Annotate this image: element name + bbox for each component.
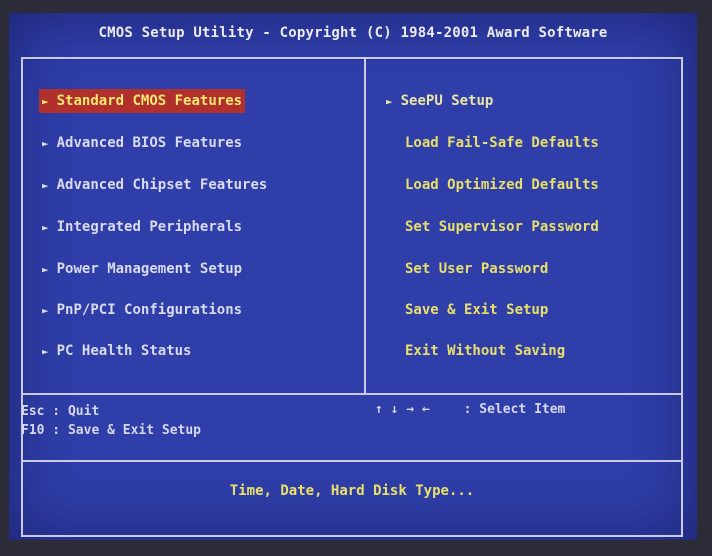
help-keys-left: Esc : Quit F10 : Save & Exit Setup (21, 402, 201, 440)
menu-item-label: Advanced BIOS Features (56, 135, 243, 151)
menu-item-label: Load Optimized Defaults (405, 177, 599, 193)
main-frame (21, 57, 683, 537)
help-f10-save-exit: F10 : Save & Exit Setup (21, 423, 202, 438)
bios-setup-window: CMOS Setup Utility - Copyright (C) 1984-… (9, 13, 697, 540)
arrow-icon: ► (42, 345, 49, 358)
arrow-icon: ► (42, 179, 49, 192)
help-keys-right: ↑ ↓ → ← : Select Item (375, 402, 569, 417)
monitor-screen: CMOS Setup Utility - Copyright (C) 1984-… (0, 0, 712, 556)
arrow-icon: ► (386, 95, 393, 108)
menu-item-advanced-bios-features[interactable]: ► Advanced BIOS Features (39, 131, 245, 155)
menu-item-label: Load Fail-Safe Defaults (405, 135, 599, 151)
divider-help-description (21, 460, 683, 462)
menu-item-load-fail-safe-defaults[interactable]: Load Fail-Safe Defaults (402, 131, 602, 155)
arrow-icon: ► (42, 263, 49, 276)
menu-item-load-optimized-defaults[interactable]: Load Optimized Defaults (402, 173, 602, 197)
menu-item-label: Set Supervisor Password (405, 219, 599, 235)
menu-item-pnp-pci-configurations[interactable]: ► PnP/PCI Configurations (39, 298, 245, 322)
menu-item-label: Exit Without Saving (405, 343, 566, 359)
help-select-item: : Select Item (463, 402, 566, 417)
menu-item-integrated-peripherals[interactable]: ► Integrated Peripherals (39, 215, 245, 239)
menu-item-set-supervisor-password[interactable]: Set Supervisor Password (402, 215, 602, 239)
menu-item-power-management-setup[interactable]: ► Power Management Setup (39, 257, 245, 281)
menu-item-standard-cmos-features[interactable]: ► Standard CMOS Features (39, 89, 246, 113)
menu-item-label: Power Management Setup (56, 261, 243, 277)
divider-menu-help (21, 393, 683, 395)
menu-item-exit-without-saving[interactable]: Exit Without Saving (402, 339, 568, 363)
help-esc-quit: Esc : Quit (21, 404, 100, 419)
arrow-icon: ► (42, 137, 49, 150)
menu-item-label: PC Health Status (56, 343, 192, 359)
menu-item-label: SeePU Setup (400, 93, 494, 109)
arrow-icon: ► (42, 221, 49, 234)
menu-item-seepu-setup[interactable]: ► SeePU Setup (383, 89, 496, 113)
arrow-icon: ► (42, 95, 49, 108)
arrow-icon: ► (42, 304, 49, 317)
divider-columns (364, 57, 366, 393)
menu-item-label: Standard CMOS Features (56, 93, 243, 109)
menu-item-advanced-chipset-features[interactable]: ► Advanced Chipset Features (39, 173, 270, 197)
menu-item-pc-health-status[interactable]: ► PC Health Status (39, 339, 194, 363)
menu-item-save-exit-setup[interactable]: Save & Exit Setup (402, 298, 551, 322)
menu-item-label: Advanced Chipset Features (56, 177, 268, 193)
menu-item-label: Integrated Peripherals (56, 219, 243, 235)
arrow-keys-icon: ↑ ↓ → ← (375, 402, 430, 417)
menu-item-label: Set User Password (405, 261, 549, 277)
menu-item-set-user-password[interactable]: Set User Password (402, 257, 551, 281)
menu-item-label: Save & Exit Setup (405, 302, 549, 318)
menu-item-label: PnP/PCI Configurations (56, 302, 243, 318)
item-description: Time, Date, Hard Disk Type... (229, 483, 475, 499)
page-title: CMOS Setup Utility - Copyright (C) 1984-… (98, 25, 608, 41)
